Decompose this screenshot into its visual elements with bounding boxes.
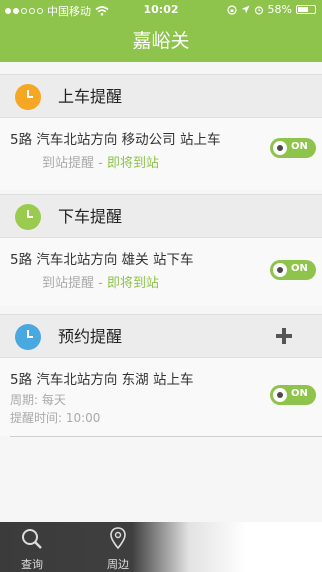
reminder-status: 到站提醒 - 即将到站 xyxy=(42,152,159,171)
reminder-time: 提醒时间: 10:00 xyxy=(10,411,101,425)
tab-label: 查询 xyxy=(21,558,43,571)
tab-bar: 查询 周边 xyxy=(0,522,322,572)
toggle-knob xyxy=(273,141,287,155)
section-header-boarding: 上车提醒 xyxy=(0,74,322,118)
route-info: 5路 汽车北站方向 雄关 站下车 xyxy=(10,252,194,268)
toggle-knob xyxy=(273,263,287,277)
nav-bar: 嘉峪关 xyxy=(0,20,322,62)
status-bar: 中国移动 10:02 58% xyxy=(0,0,322,20)
toggle-label: ON xyxy=(291,141,308,152)
status-right: 58% xyxy=(226,3,316,16)
reminder-period: 周期: 每天 xyxy=(10,393,66,407)
battery-percent: 58% xyxy=(267,3,292,16)
reminder-state: 即将到站 xyxy=(106,276,159,291)
clock-icon xyxy=(15,324,41,350)
rotation-lock-icon xyxy=(226,4,237,15)
page-title: 嘉峪关 xyxy=(132,30,190,52)
toggle-knob xyxy=(273,388,287,402)
tab-search[interactable]: 查询 xyxy=(2,522,62,572)
section-title: 预约提醒 xyxy=(58,327,123,346)
search-icon xyxy=(22,529,42,549)
location-arrow-icon xyxy=(241,5,250,14)
reminder-state: 即将到站 xyxy=(106,156,159,171)
battery-icon xyxy=(296,5,316,14)
reminder-toggle[interactable]: ON xyxy=(270,260,316,280)
reminder-status: 到站提醒 - 即将到站 xyxy=(42,272,159,291)
route-info: 5路 汽车北站方向 移动公司 站上车 xyxy=(10,132,221,148)
toggle-label: ON xyxy=(291,388,308,399)
reminder-toggle[interactable]: ON xyxy=(270,138,316,158)
route-info: 5路 汽车北站方向 东湖 站上车 xyxy=(10,372,194,388)
location-pin-icon xyxy=(110,527,126,550)
divider xyxy=(10,436,322,437)
reminder-item-boarding[interactable]: 5路 汽车北站方向 移动公司 站上车 到站提醒 - 即将到站 ON xyxy=(0,118,322,190)
section-title: 上车提醒 xyxy=(58,87,123,106)
reminder-item-scheduled[interactable]: 5路 汽车北站方向 东湖 站上车 周期: 每天 提醒时间: 10:00 ON xyxy=(0,358,322,436)
alarm-icon xyxy=(254,5,263,15)
section-header-alighting: 下车提醒 xyxy=(0,194,322,238)
reminder-item-alighting[interactable]: 5路 汽车北站方向 雄关 站下车 到站提醒 - 即将到站 ON xyxy=(0,238,322,306)
watermark-overlay xyxy=(132,522,322,572)
reminder-toggle[interactable]: ON xyxy=(270,385,316,405)
section-title: 下车提醒 xyxy=(58,207,123,226)
section-header-scheduled: 预约提醒 xyxy=(0,314,322,358)
toggle-label: ON xyxy=(291,263,308,274)
clock-icon xyxy=(15,84,41,110)
reminder-type: 到站提醒 - xyxy=(42,276,107,291)
add-icon[interactable] xyxy=(276,328,292,344)
clock-icon xyxy=(15,204,41,230)
reminder-type: 到站提醒 - xyxy=(42,156,107,171)
